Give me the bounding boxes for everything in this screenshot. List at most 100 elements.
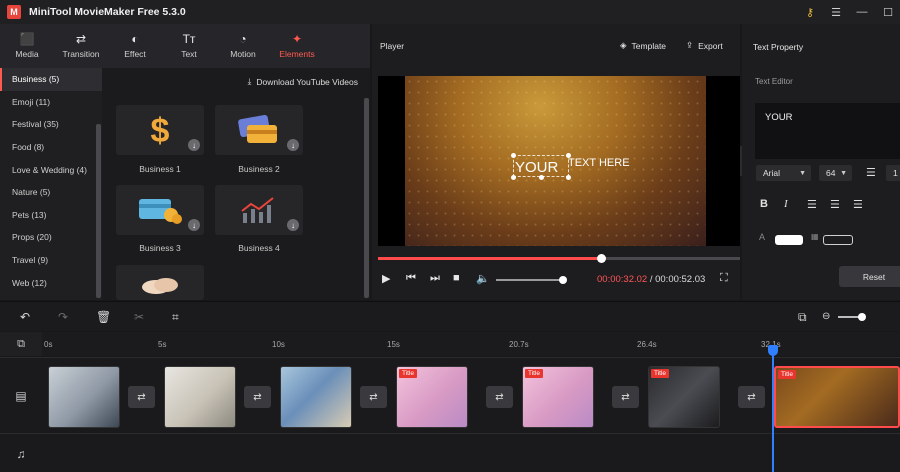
next-frame-icon[interactable]: ⏭ [430,272,440,285]
transition-slot[interactable]: ⇄ [244,386,271,408]
title-clip[interactable]: Title [648,366,720,428]
element-business-5[interactable] [116,265,204,300]
play-icon[interactable]: ▶ [382,272,390,285]
element-label: Business 4 [238,243,280,253]
tab-text[interactable]: Tт Text [162,24,216,68]
reset-button[interactable]: Reset [839,266,900,287]
category-love-wedding[interactable]: Love & Wedding (4) [0,158,102,181]
title-clip[interactable]: Title [522,366,594,428]
playhead-handle[interactable] [768,345,778,356]
transition-slot[interactable]: ⇄ [486,386,513,408]
align-center-icon[interactable]: ☰ [830,198,840,211]
background-color-swatch[interactable] [823,235,853,245]
tab-effect[interactable]: ◐ Effect [108,24,162,68]
italic-icon[interactable]: I [784,198,788,210]
zoom-out-icon[interactable]: ⊖ [822,311,830,322]
category-food[interactable]: Food (8) [0,136,102,159]
minimize-icon[interactable]: — [856,6,868,18]
volume-slider[interactable] [496,276,567,284]
menu-icon[interactable]: ☰ [830,6,842,19]
redo-icon[interactable]: ↷ [58,310,68,324]
split-icon[interactable]: ✂ [134,310,144,324]
element-business-1[interactable]: $ ↓ [116,105,204,155]
zoom-slider[interactable] [838,313,866,321]
align-left-icon[interactable]: ☰ [807,198,817,211]
download-icon[interactable]: ↓ [287,219,299,231]
align-right-icon[interactable]: ☰ [853,198,863,211]
tab-motion[interactable]: ◔ Motion [216,24,270,68]
previous-frame-icon[interactable]: ⏮ [406,272,416,285]
ruler-label: 10s [272,340,285,349]
title-clip[interactable]: Title [396,366,468,428]
transition-slot[interactable]: ⇄ [128,386,155,408]
download-icon[interactable]: ↓ [188,139,200,151]
timeline-clip[interactable] [164,366,236,428]
transition-slot[interactable]: ⇄ [738,386,765,408]
total-time: 00:00:52.03 [655,274,706,285]
title-tag: Title [651,369,670,378]
bold-icon[interactable]: B [760,198,768,210]
category-web[interactable]: Web (12) [0,271,102,294]
playback-progress[interactable] [378,254,740,263]
timecode: 00:00:32.02 / 00:00:52.03 [597,274,705,285]
fit-timeline-icon[interactable]: ⧉ [798,310,807,325]
category-festival[interactable]: Festival (35) [0,113,102,136]
fullscreen-icon[interactable]: ⛶ [720,272,728,285]
line-spacing-select[interactable]: 1 [886,165,900,181]
export-button[interactable]: ⇪ Export [686,40,723,51]
element-business-3[interactable]: ↓ [116,185,204,235]
transition-icon: ⇄ [253,391,262,403]
volume-knob[interactable] [558,276,567,284]
element-label: Business 2 [238,164,280,174]
timeline-clip[interactable] [48,366,120,428]
video-preview[interactable]: YOUR TEXT HERE [378,76,740,246]
category-pets[interactable]: Pets (13) [0,204,102,227]
volume-icon[interactable]: 🔈 [476,272,490,285]
font-size-select[interactable]: 64 ▼ [819,165,852,181]
playhead[interactable] [772,346,774,472]
undo-icon[interactable]: ↶ [20,310,30,324]
tab-text-label: Text [181,49,197,59]
element-business-2[interactable]: ↓ [215,105,303,155]
tab-elements[interactable]: ✦ Elements [270,24,324,68]
maximize-icon[interactable]: ☐ [882,6,894,19]
timeline-clip[interactable] [280,366,352,428]
download-icon[interactable]: ↓ [188,219,200,231]
category-travel[interactable]: Travel (9) [0,249,102,272]
title-clip-selected[interactable]: Title [774,366,900,428]
category-scrollbar[interactable] [96,124,101,298]
delete-icon[interactable]: 🗑 [96,310,111,324]
resize-handle[interactable] [511,153,516,158]
progress-fill [378,257,601,260]
category-props[interactable]: Props (20) [0,226,102,249]
progress-knob[interactable] [596,254,606,263]
transition-slot[interactable]: ⇄ [360,386,387,408]
element-business-4[interactable]: ↓ [215,185,303,235]
text-editor-input[interactable]: YOUR [755,103,900,159]
download-youtube-button[interactable]: ⤓ Download YouTube Videos [248,76,358,87]
text-color-swatch[interactable] [775,235,803,245]
timeline-ruler[interactable]: ⧉ 0s 5s 10s 15s 20.7s 26.4s 32.1s [0,332,900,356]
key-icon[interactable]: ⚷ [804,6,816,19]
category-business[interactable]: Business (5) [0,68,102,91]
overlay-text-here[interactable]: TEXT HERE [568,157,630,169]
ruler-label: 5s [158,340,167,349]
transition-slot[interactable]: ⇄ [612,386,639,408]
stop-icon[interactable]: ■ [453,272,460,284]
library-scrollbar[interactable] [364,98,369,298]
transition-icon: ⇄ [137,391,146,403]
tab-media[interactable]: ⬛ Media [0,24,54,68]
category-nature[interactable]: Nature (5) [0,181,102,204]
zoom-knob[interactable] [858,313,866,321]
credit-card-icon [238,115,277,143]
template-button[interactable]: ◈ Template [620,40,666,51]
crop-icon[interactable]: ⌗ [172,310,179,325]
overlay-text-your[interactable]: YOUR [515,159,558,176]
add-track-icon[interactable]: ⧉ [0,332,42,356]
category-emoji[interactable]: Emoji (11) [0,91,102,114]
font-select[interactable]: Arial ▼ [756,165,811,181]
resize-handle[interactable] [566,175,571,180]
time-separator: / [649,274,653,285]
tab-transition[interactable]: ⇄ Transition [54,24,108,68]
download-icon[interactable]: ↓ [287,139,299,151]
